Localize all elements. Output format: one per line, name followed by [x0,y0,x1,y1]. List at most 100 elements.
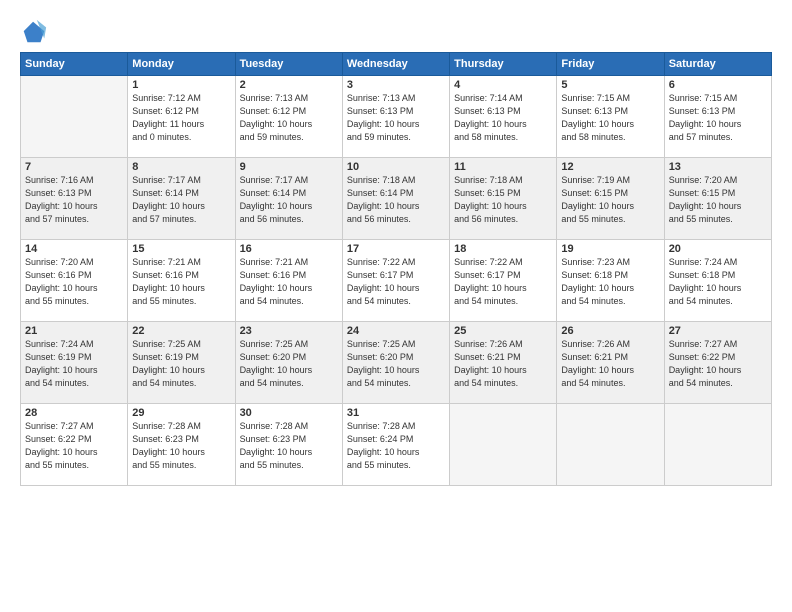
day-info: Sunrise: 7:25 AMSunset: 6:19 PMDaylight:… [132,338,230,390]
calendar-cell: 23Sunrise: 7:25 AMSunset: 6:20 PMDayligh… [235,322,342,404]
day-number: 18 [454,243,552,255]
calendar-cell: 4Sunrise: 7:14 AMSunset: 6:13 PMDaylight… [450,76,557,158]
day-info: Sunrise: 7:17 AMSunset: 6:14 PMDaylight:… [132,174,230,226]
day-info: Sunrise: 7:19 AMSunset: 6:15 PMDaylight:… [561,174,659,226]
day-number: 13 [669,161,767,173]
calendar-cell: 26Sunrise: 7:26 AMSunset: 6:21 PMDayligh… [557,322,664,404]
logo-icon [20,18,48,46]
weekday-header-monday: Monday [128,53,235,76]
day-info: Sunrise: 7:25 AMSunset: 6:20 PMDaylight:… [240,338,338,390]
week-row-2: 7Sunrise: 7:16 AMSunset: 6:13 PMDaylight… [21,158,772,240]
day-info: Sunrise: 7:23 AMSunset: 6:18 PMDaylight:… [561,256,659,308]
day-info: Sunrise: 7:16 AMSunset: 6:13 PMDaylight:… [25,174,123,226]
logo [20,18,50,46]
day-info: Sunrise: 7:18 AMSunset: 6:15 PMDaylight:… [454,174,552,226]
weekday-header-friday: Friday [557,53,664,76]
day-info: Sunrise: 7:26 AMSunset: 6:21 PMDaylight:… [454,338,552,390]
day-number: 11 [454,161,552,173]
weekday-header-sunday: Sunday [21,53,128,76]
calendar-cell: 3Sunrise: 7:13 AMSunset: 6:13 PMDaylight… [342,76,449,158]
day-info: Sunrise: 7:26 AMSunset: 6:21 PMDaylight:… [561,338,659,390]
calendar: SundayMondayTuesdayWednesdayThursdayFrid… [20,52,772,486]
calendar-cell: 21Sunrise: 7:24 AMSunset: 6:19 PMDayligh… [21,322,128,404]
day-info: Sunrise: 7:17 AMSunset: 6:14 PMDaylight:… [240,174,338,226]
day-number: 4 [454,79,552,91]
calendar-cell: 11Sunrise: 7:18 AMSunset: 6:15 PMDayligh… [450,158,557,240]
day-number: 9 [240,161,338,173]
weekday-header-row: SundayMondayTuesdayWednesdayThursdayFrid… [21,53,772,76]
day-number: 2 [240,79,338,91]
day-info: Sunrise: 7:27 AMSunset: 6:22 PMDaylight:… [25,420,123,472]
calendar-cell: 17Sunrise: 7:22 AMSunset: 6:17 PMDayligh… [342,240,449,322]
day-number: 12 [561,161,659,173]
calendar-cell: 2Sunrise: 7:13 AMSunset: 6:12 PMDaylight… [235,76,342,158]
day-info: Sunrise: 7:20 AMSunset: 6:16 PMDaylight:… [25,256,123,308]
day-number: 14 [25,243,123,255]
header [20,18,772,46]
calendar-cell: 10Sunrise: 7:18 AMSunset: 6:14 PMDayligh… [342,158,449,240]
week-row-5: 28Sunrise: 7:27 AMSunset: 6:22 PMDayligh… [21,404,772,486]
day-info: Sunrise: 7:15 AMSunset: 6:13 PMDaylight:… [561,92,659,144]
day-info: Sunrise: 7:20 AMSunset: 6:15 PMDaylight:… [669,174,767,226]
calendar-cell: 5Sunrise: 7:15 AMSunset: 6:13 PMDaylight… [557,76,664,158]
weekday-header-tuesday: Tuesday [235,53,342,76]
day-number: 29 [132,407,230,419]
calendar-cell: 19Sunrise: 7:23 AMSunset: 6:18 PMDayligh… [557,240,664,322]
day-info: Sunrise: 7:14 AMSunset: 6:13 PMDaylight:… [454,92,552,144]
calendar-cell [21,76,128,158]
day-info: Sunrise: 7:15 AMSunset: 6:13 PMDaylight:… [669,92,767,144]
day-number: 28 [25,407,123,419]
day-number: 20 [669,243,767,255]
day-number: 16 [240,243,338,255]
week-row-3: 14Sunrise: 7:20 AMSunset: 6:16 PMDayligh… [21,240,772,322]
day-number: 31 [347,407,445,419]
calendar-cell: 28Sunrise: 7:27 AMSunset: 6:22 PMDayligh… [21,404,128,486]
day-info: Sunrise: 7:28 AMSunset: 6:23 PMDaylight:… [132,420,230,472]
calendar-cell: 27Sunrise: 7:27 AMSunset: 6:22 PMDayligh… [664,322,771,404]
day-number: 7 [25,161,123,173]
calendar-cell: 6Sunrise: 7:15 AMSunset: 6:13 PMDaylight… [664,76,771,158]
page: SundayMondayTuesdayWednesdayThursdayFrid… [0,0,792,612]
day-info: Sunrise: 7:25 AMSunset: 6:20 PMDaylight:… [347,338,445,390]
calendar-cell: 29Sunrise: 7:28 AMSunset: 6:23 PMDayligh… [128,404,235,486]
calendar-cell [557,404,664,486]
calendar-cell: 31Sunrise: 7:28 AMSunset: 6:24 PMDayligh… [342,404,449,486]
calendar-cell: 8Sunrise: 7:17 AMSunset: 6:14 PMDaylight… [128,158,235,240]
week-row-1: 1Sunrise: 7:12 AMSunset: 6:12 PMDaylight… [21,76,772,158]
calendar-cell: 14Sunrise: 7:20 AMSunset: 6:16 PMDayligh… [21,240,128,322]
day-number: 3 [347,79,445,91]
day-number: 6 [669,79,767,91]
day-number: 30 [240,407,338,419]
calendar-cell: 9Sunrise: 7:17 AMSunset: 6:14 PMDaylight… [235,158,342,240]
calendar-cell: 16Sunrise: 7:21 AMSunset: 6:16 PMDayligh… [235,240,342,322]
day-number: 25 [454,325,552,337]
day-number: 22 [132,325,230,337]
day-number: 21 [25,325,123,337]
calendar-cell: 12Sunrise: 7:19 AMSunset: 6:15 PMDayligh… [557,158,664,240]
calendar-cell: 13Sunrise: 7:20 AMSunset: 6:15 PMDayligh… [664,158,771,240]
weekday-header-thursday: Thursday [450,53,557,76]
day-info: Sunrise: 7:13 AMSunset: 6:12 PMDaylight:… [240,92,338,144]
calendar-cell: 25Sunrise: 7:26 AMSunset: 6:21 PMDayligh… [450,322,557,404]
day-number: 10 [347,161,445,173]
calendar-cell [664,404,771,486]
day-number: 26 [561,325,659,337]
day-info: Sunrise: 7:21 AMSunset: 6:16 PMDaylight:… [240,256,338,308]
calendar-cell: 18Sunrise: 7:22 AMSunset: 6:17 PMDayligh… [450,240,557,322]
day-number: 24 [347,325,445,337]
day-number: 5 [561,79,659,91]
day-number: 15 [132,243,230,255]
day-info: Sunrise: 7:22 AMSunset: 6:17 PMDaylight:… [347,256,445,308]
calendar-cell: 20Sunrise: 7:24 AMSunset: 6:18 PMDayligh… [664,240,771,322]
calendar-cell: 24Sunrise: 7:25 AMSunset: 6:20 PMDayligh… [342,322,449,404]
day-number: 8 [132,161,230,173]
calendar-cell: 30Sunrise: 7:28 AMSunset: 6:23 PMDayligh… [235,404,342,486]
calendar-cell: 15Sunrise: 7:21 AMSunset: 6:16 PMDayligh… [128,240,235,322]
day-number: 1 [132,79,230,91]
day-number: 17 [347,243,445,255]
weekday-header-wednesday: Wednesday [342,53,449,76]
week-row-4: 21Sunrise: 7:24 AMSunset: 6:19 PMDayligh… [21,322,772,404]
weekday-header-saturday: Saturday [664,53,771,76]
day-number: 27 [669,325,767,337]
day-info: Sunrise: 7:22 AMSunset: 6:17 PMDaylight:… [454,256,552,308]
